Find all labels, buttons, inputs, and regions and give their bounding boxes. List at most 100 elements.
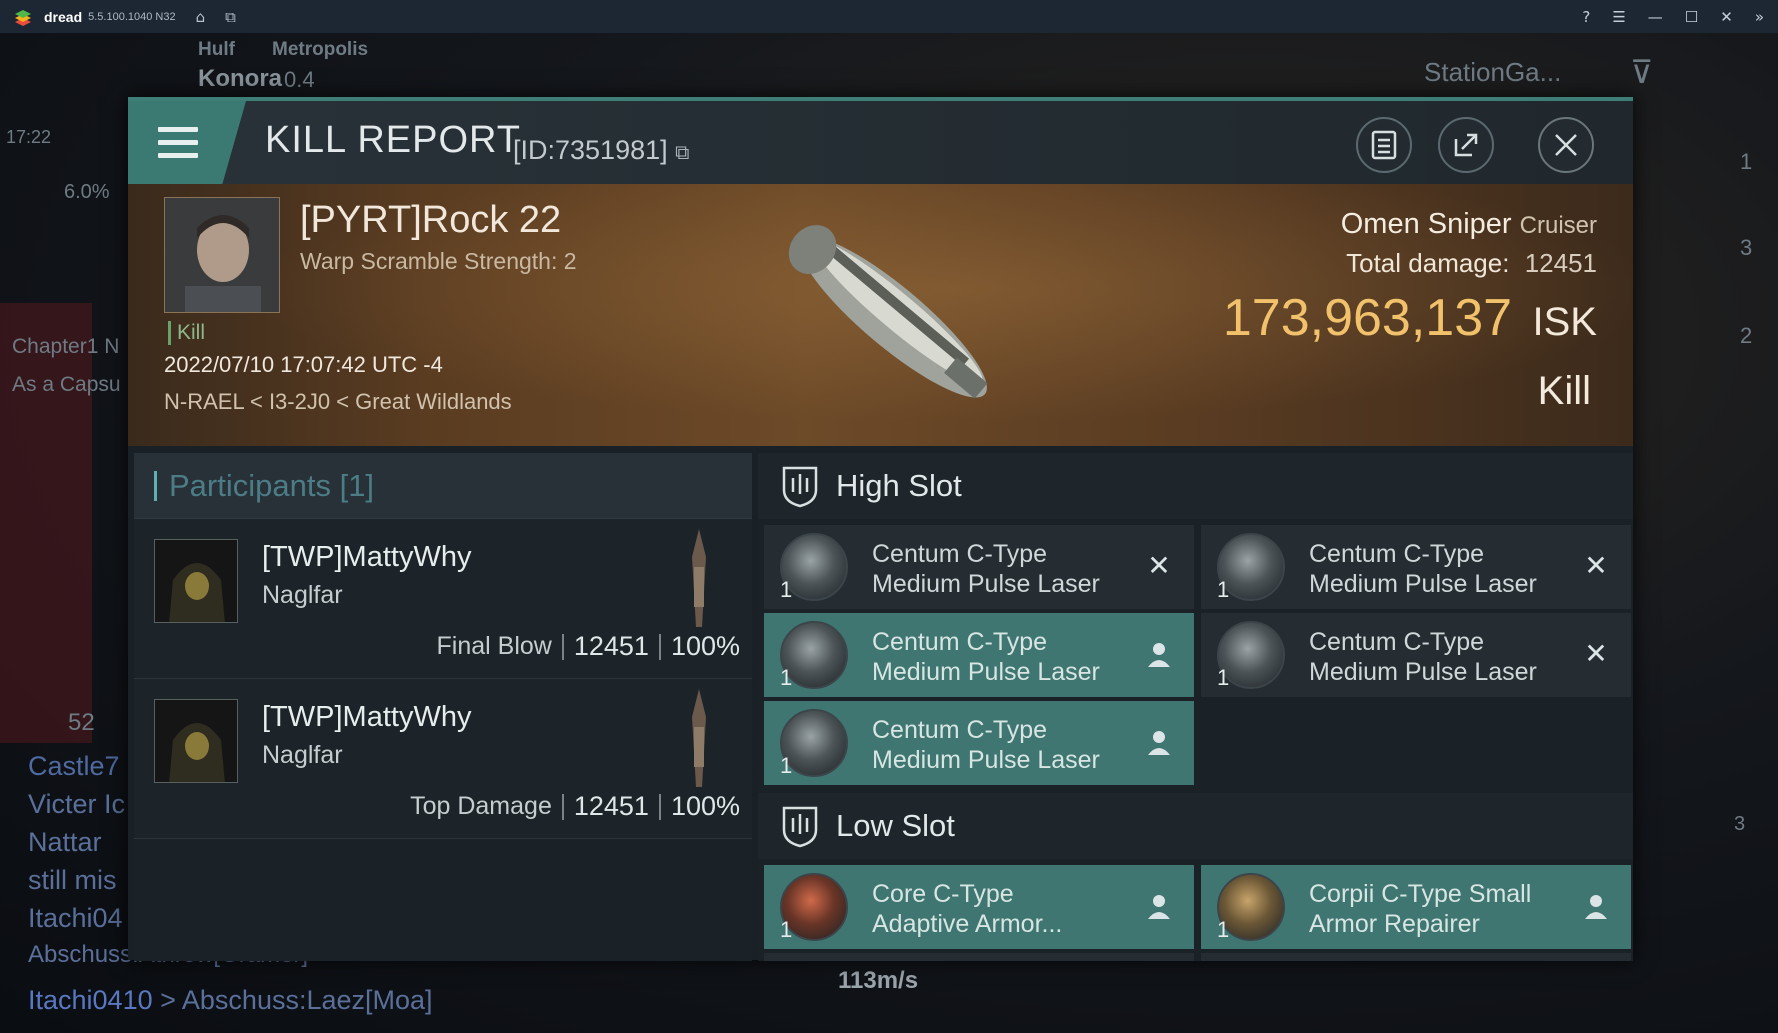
page-title: KILL REPORT [265, 119, 521, 161]
dropped-person-icon [1585, 895, 1607, 919]
module-name-line2: Medium Pulse Laser [872, 570, 1100, 598]
participant-name[interactable]: [TWP]MattyWhy [262, 541, 471, 574]
station-label[interactable]: StationGa... [1424, 57, 1561, 88]
collapse-icon[interactable]: » [1755, 8, 1764, 26]
module-item[interactable]: 1 Corpii C-Type Small Armor Repairer [1201, 865, 1631, 949]
hamburger-icon [158, 127, 198, 166]
module-name-line2: Medium Pulse Laser [1309, 658, 1537, 686]
module-name: Centum C-Type Medium Pulse Laser [1309, 627, 1537, 687]
ship-name-line[interactable]: Omen Sniper Cruiser [1341, 208, 1597, 241]
module-item[interactable]: 1 Core C-Type Adaptive Armor... [764, 865, 1194, 949]
close-icon[interactable]: ✕ [1720, 8, 1733, 26]
divider [561, 633, 564, 660]
module-item-partial[interactable] [1201, 953, 1631, 961]
kill-tag: Kill [168, 321, 205, 345]
helmet-avatar-image [155, 540, 237, 622]
victim-name[interactable]: [PYRT]Rock 22 [300, 199, 561, 242]
destroyed-icon: ✕ [1584, 637, 1608, 670]
helmet-avatar-image [155, 700, 237, 782]
total-damage-label: Total damage: [1346, 248, 1510, 278]
participant-damage: 12451 [573, 631, 649, 661]
report-doc-button[interactable] [1356, 117, 1412, 173]
chat-line: still mis [28, 865, 117, 895]
isk-unit: ISK [1532, 300, 1597, 344]
capsule-text: As a Capsu [12, 373, 121, 396]
module-qty: 1 [780, 665, 793, 690]
module-item[interactable]: 1 Centum C-Type Medium Pulse Laser [764, 701, 1194, 785]
chat-sender[interactable]: Itachi0410 [28, 985, 153, 1015]
menu-button[interactable] [128, 101, 246, 184]
isk-value: 173,963,137 ISK [1223, 288, 1597, 348]
module-item[interactable]: 1 Centum C-Type Medium Pulse Laser ✕ [764, 525, 1194, 609]
multi-window-icon[interactable]: ⧉ [225, 8, 236, 26]
ship-name: Omen Sniper [1340, 208, 1512, 240]
total-damage-value: 12451 [1524, 248, 1597, 278]
high-slot-header: High Slot [758, 453, 1633, 519]
report-id[interactable]: [ID:7351981] ⧉ [513, 135, 689, 166]
minimize-icon[interactable]: — [1648, 8, 1663, 26]
destroyed-icon: ✕ [1147, 549, 1171, 582]
system-name[interactable]: Konora [198, 65, 282, 93]
chat-line: Castle7 [28, 751, 120, 781]
participant-damage: 12451 [573, 791, 649, 821]
close-report-button[interactable] [1538, 117, 1594, 173]
bluestacks-logo-icon [15, 9, 31, 26]
chat-line: Nattar [28, 827, 102, 857]
share-icon [1454, 133, 1478, 157]
module-name-line2: Medium Pulse Laser [1309, 570, 1537, 598]
ship-image [788, 225, 988, 399]
chat-line-last: Itachi0410 > Abschuss:Laez[Moa] [28, 985, 433, 1016]
clock: 17:22 [6, 127, 52, 147]
filter-icon[interactable]: ⊽ [1630, 53, 1653, 91]
module-qty: 1 [1217, 577, 1230, 602]
module-name-line1: Centum C-Type [872, 628, 1048, 656]
module-item[interactable]: 1 Centum C-Type Medium Pulse Laser [764, 613, 1194, 697]
module-name-line1: Centum C-Type [872, 540, 1048, 568]
destroyed-icon: ✕ [1584, 549, 1608, 582]
module-item-partial[interactable] [764, 953, 1194, 961]
report-id-text: [ID:7351981] [513, 135, 668, 165]
share-button[interactable] [1438, 117, 1494, 173]
participant-row[interactable]: [TWP]MattyWhy Naglfar Top Damage 12451 1… [134, 679, 752, 839]
copy-icon[interactable]: ⧉ [675, 142, 689, 164]
total-damage: Total damage: 12451 [1346, 248, 1597, 279]
module-name-line2: Adaptive Armor... [872, 910, 1063, 938]
victim-portrait[interactable] [164, 197, 280, 313]
chapter-text: Chapter1 N [12, 335, 120, 358]
document-icon [1371, 130, 1397, 160]
low-slot-icon [782, 806, 818, 848]
help-icon[interactable]: ? [1582, 8, 1590, 26]
module-qty: 1 [1217, 917, 1230, 942]
isk-amount: 173,963,137 [1222, 289, 1513, 347]
maximize-icon[interactable]: ☐ [1685, 8, 1698, 26]
module-name-line2: Armor Repairer [1309, 910, 1480, 938]
module-name: Centum C-Type Medium Pulse Laser [872, 627, 1100, 687]
victim-avatar-image [165, 198, 279, 312]
module-qty: 1 [780, 753, 793, 778]
drone-count: 3 [1734, 813, 1746, 835]
kill-report-panel: KILL REPORT [ID:7351981] ⧉ [PYRT]Rock 22… [128, 97, 1633, 961]
module-name-line1: Centum C-Type [1309, 628, 1485, 656]
home-icon[interactable]: ⌂ [196, 8, 206, 26]
module-item[interactable]: 1 Centum C-Type Medium Pulse Laser ✕ [1201, 613, 1631, 697]
participant-role: Final Blow [436, 632, 552, 660]
participant-row[interactable]: [TWP]MattyWhy Naglfar Final Blow 12451 1… [134, 519, 752, 679]
participants-label: Participants [1] [169, 467, 375, 503]
participant-stats: Final Blow 12451 100% [437, 631, 740, 662]
participants-panel: Participants [1] [TWP]MattyWhy Naglfar F… [134, 453, 752, 961]
participant-ship-image [692, 689, 706, 787]
menu-icon[interactable]: ☰ [1612, 8, 1625, 26]
participant-avatar [154, 699, 238, 783]
kill-time: 2022/07/10 17:07:42 UTC -4 [164, 352, 443, 377]
low-slot-label: Low Slot [836, 808, 955, 843]
cargo-percent: 6.0% [64, 181, 110, 203]
module-name-line1: Centum C-Type [1309, 540, 1485, 568]
chat-message: > Abschuss:Laez[Moa] [160, 985, 433, 1015]
warp-scramble-strength: Warp Scramble Strength: 2 [300, 248, 577, 274]
module-item[interactable]: 1 Centum C-Type Medium Pulse Laser ✕ [1201, 525, 1631, 609]
participant-name[interactable]: [TWP]MattyWhy [262, 701, 471, 734]
app-name: dread [44, 8, 83, 25]
right-count-1: 1 [1740, 149, 1753, 174]
chat-line: Itachi04 [28, 903, 123, 933]
kill-location[interactable]: N-RAEL < I3-2J0 < Great Wildlands [164, 389, 512, 415]
